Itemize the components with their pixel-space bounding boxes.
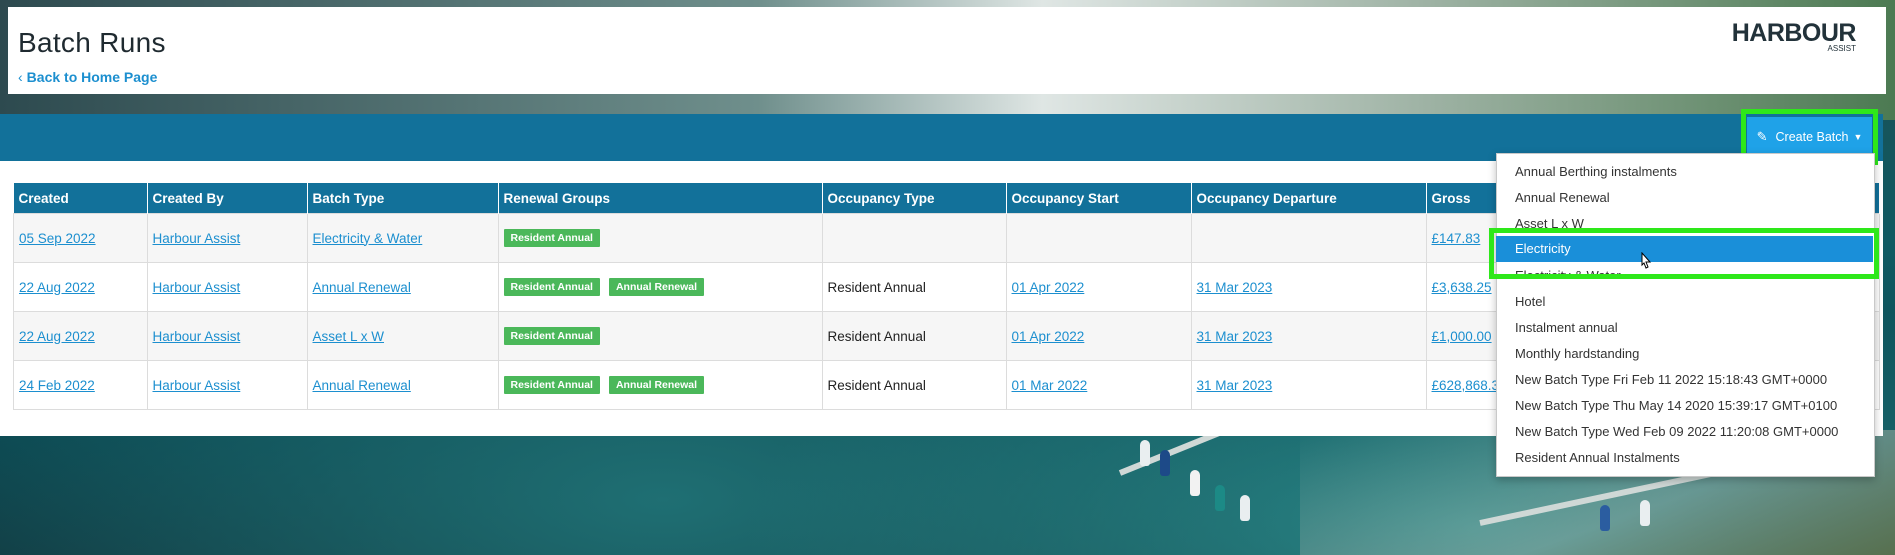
column-header[interactable]: Occupancy Departure	[1191, 183, 1427, 214]
dropdown-item[interactable]: New Batch Type Wed Feb 09 2022 11:20:08 …	[1515, 424, 1838, 439]
gross-link[interactable]: £1,000.00	[1432, 329, 1492, 344]
occupancy-departure-link[interactable]: 31 Mar 2023	[1197, 378, 1273, 393]
harbour-assist-logo: HARBOUR ASSIST	[1731, 19, 1857, 53]
background-boat	[1215, 485, 1225, 511]
column-header[interactable]: Occupancy Type	[822, 183, 1007, 214]
created-by-link[interactable]: Harbour Assist	[153, 231, 241, 246]
occupancy-start-link[interactable]: 01 Mar 2022	[1012, 378, 1088, 393]
created-date-link[interactable]: 24 Feb 2022	[19, 378, 95, 393]
batch-type-link[interactable]: Asset L x W	[313, 329, 385, 344]
background-boat	[1600, 505, 1610, 531]
dropdown-item[interactable]: Monthly hardstanding	[1515, 346, 1639, 361]
created-date-link[interactable]: 22 Aug 2022	[19, 280, 95, 295]
gross-link[interactable]: £147.83	[1432, 231, 1481, 246]
dropdown-item[interactable]: New Batch Type Thu May 14 2020 15:39:17 …	[1515, 398, 1837, 413]
dropdown-item[interactable]: Resident Annual Instalments	[1515, 450, 1680, 465]
renewal-group-badge: Annual Renewal	[608, 278, 705, 296]
renewal-group-badge: Resident Annual	[503, 376, 600, 394]
pencil-icon: ✎	[1756, 128, 1768, 144]
occupancy-type: Resident Annual	[821, 360, 1007, 410]
gross-link[interactable]: £3,638.25	[1432, 280, 1492, 295]
occupancy-departure-link[interactable]: 31 Mar 2023	[1197, 329, 1273, 344]
create-batch-button[interactable]: ✎ Create Batch ▼	[1747, 117, 1872, 156]
renewal-group-badge: Resident Annual	[503, 229, 600, 247]
dropdown-item[interactable]: Instalment annual	[1515, 320, 1618, 335]
created-by-link[interactable]: Harbour Assist	[153, 329, 241, 344]
background-boat	[1640, 500, 1650, 526]
occupancy-type: Resident Annual	[821, 311, 1007, 361]
occupancy-start-link[interactable]: 01 Apr 2022	[1012, 329, 1085, 344]
renewal-group-badge: Annual Renewal	[608, 376, 705, 394]
background-boat	[1160, 450, 1170, 476]
dropdown-item[interactable]: New Batch Type Fri Feb 11 2022 15:18:43 …	[1515, 372, 1827, 387]
batch-type-link[interactable]: Annual Renewal	[313, 280, 411, 295]
batch-type-link[interactable]: Annual Renewal	[313, 378, 411, 393]
background-boat	[1140, 440, 1150, 466]
chevron-left-icon: ‹	[18, 69, 23, 85]
background-boat	[1190, 470, 1200, 496]
occupancy-departure-link[interactable]: 31 Mar 2023	[1197, 280, 1273, 295]
electricity-highlight	[1489, 228, 1879, 279]
column-header[interactable]: Created By	[147, 183, 308, 214]
batch-type-dropdown: Annual Berthing instalments Annual Renew…	[1496, 153, 1875, 477]
page-title: Batch Runs	[18, 27, 166, 58]
dropdown-item[interactable]: Annual Renewal	[1515, 190, 1610, 205]
renewal-group-badge: Resident Annual	[503, 327, 600, 345]
background-boat	[1240, 495, 1250, 521]
column-header[interactable]: Batch Type	[307, 183, 499, 214]
column-header[interactable]: Occupancy Start	[1006, 183, 1192, 214]
cursor-icon	[1641, 252, 1652, 269]
occupancy-type: Resident Annual	[821, 262, 1007, 312]
dropdown-item[interactable]: Annual Berthing instalments	[1515, 164, 1677, 179]
created-date-link[interactable]: 05 Sep 2022	[19, 231, 96, 246]
occupancy-start-link[interactable]: 01 Apr 2022	[1012, 280, 1085, 295]
created-by-link[interactable]: Harbour Assist	[153, 378, 241, 393]
column-header[interactable]: Created	[13, 183, 148, 214]
created-by-link[interactable]: Harbour Assist	[153, 280, 241, 295]
renewal-group-badge: Resident Annual	[503, 278, 600, 296]
dropdown-item[interactable]: Hotel	[1515, 294, 1545, 309]
column-header[interactable]: Renewal Groups	[498, 183, 823, 214]
back-link-label: Back to Home Page	[26, 69, 158, 85]
caret-down-icon: ▼	[1853, 131, 1863, 142]
back-to-home-link[interactable]: ‹ Back to Home Page	[18, 69, 157, 85]
create-batch-label: Create Batch	[1775, 129, 1849, 144]
batch-type-link[interactable]: Electricity & Water	[313, 231, 423, 246]
created-date-link[interactable]: 22 Aug 2022	[19, 329, 95, 344]
page-header: Batch Runs ‹ Back to Home Page HARBOUR AS…	[8, 7, 1886, 94]
occupancy-type	[821, 213, 1007, 263]
